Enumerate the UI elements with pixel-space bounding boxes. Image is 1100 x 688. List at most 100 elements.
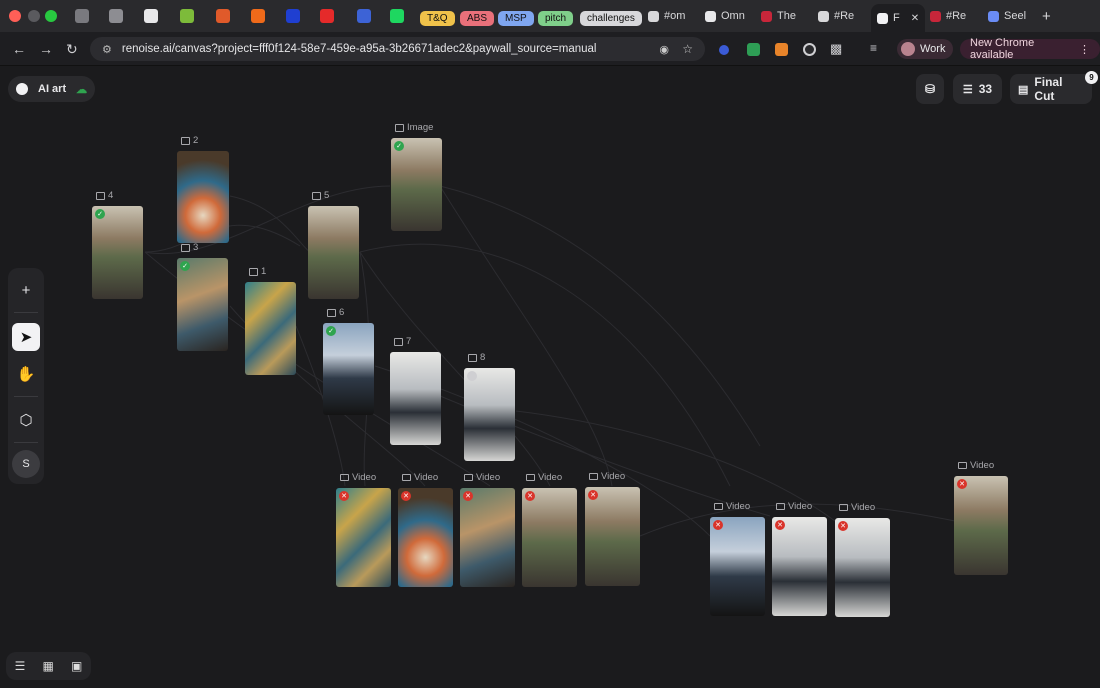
address-bar[interactable]: ⚙ renoise.ai/canvas?project=fff0f124-58e… — [90, 37, 705, 61]
video-node[interactable]: Video ✕ — [398, 472, 453, 587]
video-node[interactable]: Video ✕ — [336, 472, 391, 587]
image-node[interactable]: Image ✓ — [391, 122, 442, 231]
video-node[interactable]: Video ✕ — [772, 501, 827, 616]
image-node[interactable]: 2 — [177, 135, 229, 243]
browser-tab-active[interactable]: F ✕ — [871, 4, 926, 32]
node-title: Video — [476, 472, 501, 483]
error-status-icon: ✕ — [775, 520, 785, 530]
add-icon: + — [21, 281, 31, 299]
fit-screen-icon[interactable]: ▣ — [71, 659, 82, 673]
bookmark-star-icon[interactable]: ☆ — [682, 42, 693, 56]
tab-group-chip[interactable]: ABS — [460, 8, 495, 28]
node-thumbnail — [308, 206, 359, 299]
reload-icon[interactable]: ↻ — [66, 41, 78, 58]
browser-tab[interactable]: #Re — [818, 6, 854, 26]
image-icon — [181, 136, 190, 145]
browser-tab[interactable]: Seel — [988, 6, 1026, 26]
extension-icon-2[interactable] — [747, 43, 760, 56]
extension-icon-1[interactable] — [719, 45, 729, 55]
minimize-window-button[interactable] — [28, 10, 40, 22]
tab-favicon — [930, 10, 941, 22]
video-node[interactable]: Video ✕ — [460, 472, 515, 587]
image-icon — [249, 267, 258, 276]
grid-icon[interactable]: ▦ — [43, 659, 54, 673]
image-node[interactable]: 5 — [308, 190, 359, 299]
video-node[interactable]: Video ✕ — [835, 502, 890, 617]
success-status-icon: ✓ — [95, 209, 105, 219]
video-icon — [839, 504, 848, 511]
video-icon — [402, 474, 411, 481]
image-node[interactable]: 4 ✓ — [92, 190, 143, 299]
image-node[interactable]: 1 — [245, 266, 296, 375]
node-label: 4 — [96, 190, 113, 201]
node-thumbnail — [177, 151, 229, 243]
back-icon[interactable]: ← — [12, 41, 26, 57]
browser-tab[interactable]: #Re — [930, 6, 966, 26]
maximize-window-button[interactable] — [45, 10, 57, 22]
chrome-update-button[interactable]: New Chrome available ⋮ — [960, 37, 1100, 61]
storage-button[interactable]: ⛁ — [916, 74, 944, 104]
browser-tab[interactable] — [216, 6, 230, 26]
close-tab-icon[interactable]: ✕ — [911, 13, 919, 24]
tab-group-chip[interactable]: pitch — [538, 8, 574, 28]
browser-tab[interactable] — [180, 6, 194, 26]
error-status-icon: ✕ — [525, 491, 535, 501]
browser-tab[interactable] — [75, 6, 89, 26]
node-title: 7 — [406, 336, 412, 347]
extension-icon-3[interactable] — [775, 43, 788, 56]
node-label: 2 — [181, 135, 198, 146]
extension-icon-4[interactable] — [803, 43, 816, 56]
select-tool-button[interactable]: ➤ — [12, 323, 40, 351]
node-label: Video — [526, 472, 562, 483]
tab-group-chip[interactable]: challenges — [580, 8, 642, 28]
browser-tab[interactable] — [286, 6, 300, 26]
site-settings-icon[interactable]: ⚙ — [102, 43, 112, 56]
tab-title: #om — [664, 10, 686, 22]
profile-chip[interactable]: Work — [897, 39, 954, 59]
node-thumbnail — [522, 488, 577, 587]
close-window-button[interactable] — [9, 10, 21, 22]
image-node[interactable]: 6 ✓ — [323, 307, 374, 415]
browser-tab[interactable] — [390, 6, 404, 26]
layers-icon[interactable]: ☰ — [15, 659, 26, 673]
reading-list-icon[interactable]: ≡ — [870, 41, 877, 55]
image-node[interactable]: 3 ✓ — [177, 242, 228, 351]
browser-tab[interactable] — [357, 6, 371, 26]
browser-tab[interactable]: Omn — [705, 6, 745, 26]
tab-group-chip[interactable]: T&Q — [420, 8, 455, 28]
tab-favicon — [357, 9, 371, 23]
pan-tool-button[interactable]: ✋ — [12, 360, 40, 388]
browser-tab-strip: T&Q ABS MSP pitch challenges #om Omn The #Re F ✕ #R… — [0, 0, 1100, 32]
browser-tab[interactable]: The — [761, 6, 796, 26]
video-node[interactable]: Video ✕ — [954, 460, 1008, 575]
video-node[interactable]: Video ✕ — [585, 471, 640, 586]
assets-button[interactable]: ⬡ — [12, 406, 40, 434]
add-node-button[interactable]: + — [12, 276, 40, 304]
eye-off-icon[interactable]: ◉ — [659, 43, 669, 56]
browser-tab[interactable] — [144, 6, 158, 26]
browser-tab[interactable] — [251, 6, 265, 26]
forward-icon[interactable]: → — [39, 41, 53, 57]
canvas[interactable]: AI art ☁ ⛁ ☰ 33 ▤ Final Cut 9 + ➤ ✋ ⬡ S … — [0, 66, 1100, 688]
tasks-button[interactable]: ☰ 33 — [953, 74, 1002, 104]
image-icon — [395, 123, 404, 132]
video-node[interactable]: Video ✕ — [522, 472, 577, 587]
node-label: Video — [958, 460, 994, 471]
browser-tab[interactable] — [109, 6, 123, 26]
image-node[interactable]: 8 — [464, 352, 515, 461]
video-node[interactable]: Video ✕ — [710, 501, 765, 616]
new-tab-button[interactable]: + — [1042, 6, 1051, 26]
browser-tab[interactable] — [320, 6, 334, 26]
tab-group-label: pitch — [538, 10, 574, 26]
project-name: AI art — [38, 83, 67, 95]
browser-tab[interactable]: #om — [648, 6, 685, 26]
user-avatar[interactable]: S — [12, 450, 40, 478]
project-chip[interactable]: AI art ☁ — [8, 76, 96, 102]
extensions-puzzle-icon[interactable]: ▩ — [830, 41, 842, 57]
more-menu-icon[interactable]: ⋮ — [1079, 43, 1090, 56]
checklist-icon: ☰ — [962, 83, 973, 96]
tab-group-chip[interactable]: MSP — [498, 8, 534, 28]
node-title: Video — [788, 501, 813, 512]
final-cut-button[interactable]: ▤ Final Cut — [1010, 74, 1092, 104]
image-node[interactable]: 7 — [390, 336, 441, 445]
